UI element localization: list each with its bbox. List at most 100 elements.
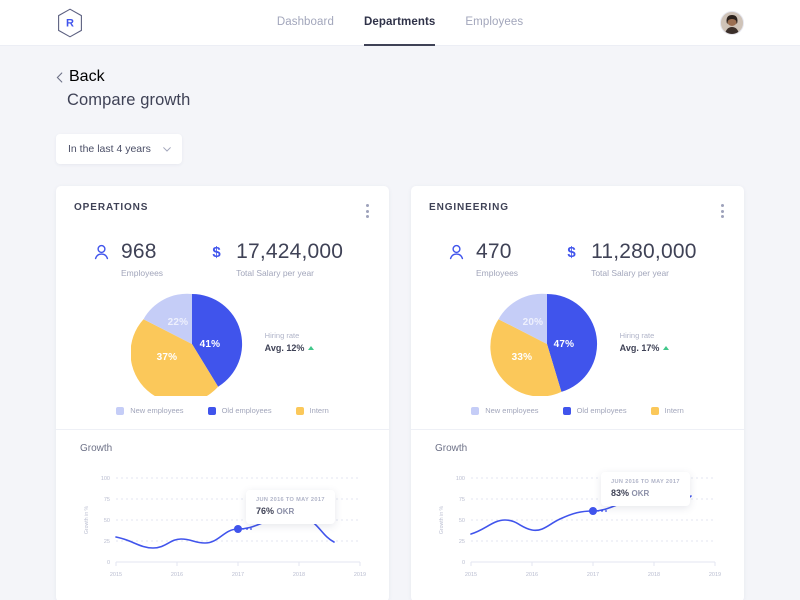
pie-slice-pct-old: 47%: [553, 339, 575, 350]
growth-chart-operations: 100 75 50 25 0 Growth in % 2015 2016 201…: [74, 460, 371, 588]
stat-salary: $ 17,424,000 Total Salary per year: [209, 240, 343, 278]
tooltip-value-wrap: 76% OKR: [256, 506, 325, 516]
svg-text:25: 25: [104, 539, 110, 545]
legend-item-new: New employees: [116, 406, 184, 415]
timeframe-select[interactable]: In the last 4 years: [56, 134, 182, 164]
svg-text:Growth in %: Growth in %: [84, 505, 90, 534]
pie-slice-pct-new: 20%: [522, 317, 544, 328]
growth-section-title: Growth: [80, 443, 113, 454]
svg-text:25: 25: [459, 539, 465, 545]
pie-chart-row: 47% 33% 20% Hiring rate Avg. 17%: [429, 292, 726, 396]
nav-item-departments[interactable]: Departments: [363, 0, 436, 46]
svg-text:2019: 2019: [709, 572, 721, 578]
stat-employees: 968 Employees: [94, 240, 163, 278]
svg-text:50: 50: [459, 518, 465, 524]
legend-item-old: Old employees: [207, 406, 272, 415]
card-stats: 968 Employees $ 17,424,000 Total Salary …: [74, 240, 371, 278]
svg-text:2016: 2016: [526, 572, 538, 578]
hiring-rate-operations: Hiring rate Avg. 12%: [265, 331, 315, 357]
card-menu-button[interactable]: [364, 202, 371, 220]
hiring-rate-value-wrap: Avg. 17%: [620, 343, 670, 353]
card-title: ENGINEERING: [429, 202, 509, 213]
hiring-rate-value-wrap: Avg. 12%: [265, 343, 315, 353]
card-header: ENGINEERING: [429, 202, 726, 220]
logo-letter: R: [66, 18, 74, 30]
dollar-icon: $: [567, 244, 576, 260]
filter-row: In the last 4 years: [56, 134, 744, 164]
trend-up-icon: [663, 346, 670, 350]
pie-legend: New employees Old employees Intern: [74, 406, 371, 415]
svg-text:100: 100: [101, 476, 110, 482]
svg-text:Growth in %: Growth in %: [439, 505, 445, 534]
card-divider: [411, 429, 744, 430]
svg-text:2015: 2015: [110, 572, 122, 578]
growth-tooltip-engineering: JUN 2016 TO MAY 2017 83% OKR: [601, 472, 690, 506]
card-stats: 470 Employees $ 11,280,000 Total Salary …: [429, 240, 726, 278]
pie-legend: New employees Old employees Intern: [429, 406, 726, 415]
growth-chart-engineering: 100 75 50 25 0 Growth in % 2015 2016 201…: [429, 460, 726, 588]
back-link[interactable]: Back: [56, 68, 744, 86]
svg-text:2017: 2017: [587, 572, 599, 578]
back-label: Back: [69, 68, 105, 85]
growth-section-title: Growth: [435, 443, 468, 454]
page-title: Compare growth: [67, 91, 191, 109]
timeframe-select-value: In the last 4 years: [68, 143, 151, 155]
salary-label: Total Salary per year: [591, 268, 670, 278]
legend-label-intern: Intern: [664, 406, 684, 415]
legend-item-old: Old employees: [562, 406, 627, 415]
department-card-engineering: ENGINEERING 470 Employees $ 11,280,000 T…: [411, 186, 744, 600]
avatar-image: [721, 12, 743, 34]
growth-tooltip-operations: JUN 2016 TO MAY 2017 76% OKR: [246, 490, 335, 524]
chevron-left-icon: [56, 71, 63, 83]
app-logo[interactable]: R: [56, 8, 84, 38]
svg-text:2015: 2015: [465, 572, 477, 578]
legend-label-intern: Intern: [309, 406, 329, 415]
svg-text:0: 0: [462, 560, 465, 566]
stat-employees: 470 Employees: [449, 240, 518, 278]
hiring-rate-label: Hiring rate: [619, 331, 655, 340]
card-header: OPERATIONS: [74, 202, 371, 220]
legend-swatch-new: [471, 406, 480, 415]
employees-count: 968: [121, 240, 157, 263]
tooltip-unit: OKR: [276, 507, 295, 516]
legend-label-old: Old employees: [576, 406, 627, 415]
salary-label: Total Salary per year: [236, 268, 315, 278]
card-divider: [56, 429, 389, 430]
card-menu-button[interactable]: [719, 202, 726, 220]
legend-swatch-intern: [295, 406, 304, 415]
employees-label: Employees: [476, 268, 519, 278]
person-icon: [449, 244, 464, 260]
main-nav: Dashboard Departments Employees: [277, 0, 523, 46]
legend-item-new: New employees: [471, 406, 539, 415]
nav-item-employees[interactable]: Employees: [465, 0, 523, 46]
pie-slice-pct-old: 41%: [199, 339, 221, 350]
stat-salary: $ 11,280,000 Total Salary per year: [564, 240, 697, 278]
salary-value: 11,280,000: [591, 240, 697, 263]
legend-label-new: New employees: [485, 406, 539, 415]
svg-text:0: 0: [107, 560, 110, 566]
legend-swatch-old: [562, 406, 571, 415]
legend-label-old: Old employees: [221, 406, 272, 415]
person-icon: [94, 244, 109, 260]
department-cards: OPERATIONS 968 Employees $ 17,424,000 To…: [56, 186, 744, 600]
svg-text:2017: 2017: [232, 572, 244, 578]
salary-value: 17,424,000: [236, 240, 344, 263]
user-avatar[interactable]: [720, 11, 744, 35]
svg-text:75: 75: [104, 497, 110, 503]
page-content: Back Compare growth In the last 4 years …: [0, 46, 800, 600]
legend-swatch-old: [207, 406, 216, 415]
hiring-rate-engineering: Hiring rate Avg. 17%: [620, 331, 670, 357]
svg-text:$: $: [212, 244, 221, 260]
nav-item-dashboard[interactable]: Dashboard: [277, 0, 334, 46]
legend-label-new: New employees: [130, 406, 184, 415]
tooltip-value: 76%: [256, 506, 275, 516]
tooltip-date-range: JUN 2016 TO MAY 2017: [611, 479, 680, 485]
svg-text:2016: 2016: [171, 572, 183, 578]
employees-label: Employees: [121, 268, 164, 278]
pie-chart-svg: [490, 293, 597, 396]
svg-text:50: 50: [104, 518, 110, 524]
legend-item-intern: Intern: [295, 406, 329, 415]
legend-item-intern: Intern: [650, 406, 684, 415]
pie-chart-row: 41% 37% 22% Hiring rate Avg. 12%: [74, 292, 371, 396]
tooltip-unit: OKR: [631, 489, 650, 498]
